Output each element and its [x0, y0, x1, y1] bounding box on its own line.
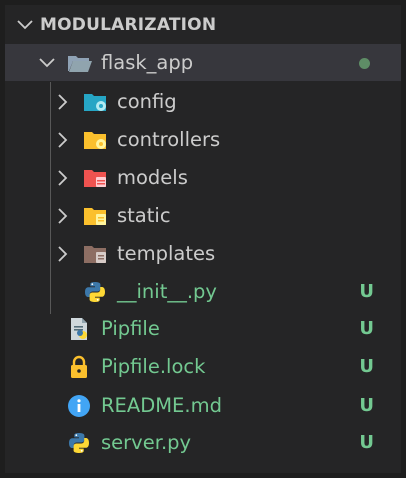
tree-item-flask-app[interactable]: flask_app [5, 44, 401, 81]
chevron-right-icon [53, 168, 73, 188]
tree-item-init-py[interactable]: __init__.py U [5, 273, 401, 310]
tree-item-label: server.py [101, 431, 192, 454]
tree-item-templates[interactable]: templates [5, 235, 401, 272]
section-title: MODULARIZATION [40, 14, 217, 35]
folder-open-icon [67, 51, 92, 75]
untracked-status-badge: U [359, 432, 374, 453]
folder-models-icon [83, 166, 107, 190]
tree-item-controllers[interactable]: controllers [5, 121, 401, 158]
tree-item-label: models [117, 166, 188, 189]
window-frame [401, 0, 406, 478]
chevron-down-icon [37, 53, 57, 73]
untracked-status-badge: U [359, 395, 374, 416]
chevron-down-icon [15, 15, 35, 35]
window-frame [0, 0, 406, 5]
window-frame [0, 473, 406, 478]
tree-item-label: static [117, 204, 171, 227]
folder-config-icon [83, 90, 107, 114]
python-icon [67, 431, 91, 455]
tree-item-label: controllers [117, 128, 221, 151]
modified-status-dot [359, 58, 370, 69]
tree-item-label: templates [117, 242, 216, 265]
tree-item-label: __init__.py [117, 280, 217, 303]
untracked-status-badge: U [359, 318, 374, 339]
tree-item-static[interactable]: static [5, 197, 401, 234]
chevron-right-icon [53, 244, 73, 264]
tree-item-pipfile-lock[interactable]: Pipfile.lock U [5, 348, 401, 385]
tree-item-label: Pipfile [101, 317, 160, 340]
tree-item-models[interactable]: models [5, 159, 401, 196]
tree-item-label: config [117, 90, 177, 113]
tree-item-label: flask_app [101, 51, 194, 74]
chevron-right-icon [53, 130, 73, 150]
folder-templates-icon [83, 242, 107, 266]
chevron-right-icon [53, 206, 73, 226]
lock-icon [67, 355, 91, 379]
untracked-status-badge: U [359, 356, 374, 377]
folder-static-icon [83, 204, 107, 228]
tree-item-pipfile[interactable]: Pipfile U [5, 310, 401, 347]
info-icon [67, 394, 91, 418]
untracked-status-badge: U [359, 281, 374, 302]
tree-item-config[interactable]: config [5, 83, 401, 120]
tree-item-label: README.md [101, 394, 222, 417]
tree-item-server-py[interactable]: server.py U [5, 424, 401, 461]
python-icon [83, 280, 107, 304]
explorer-section-header[interactable]: MODULARIZATION [5, 6, 401, 43]
chevron-right-icon [53, 92, 73, 112]
folder-controllers-icon [83, 128, 107, 152]
tree-item-label: Pipfile.lock [101, 355, 206, 378]
tree-item-readme[interactable]: README.md U [5, 387, 401, 424]
file-document-icon [67, 317, 91, 341]
